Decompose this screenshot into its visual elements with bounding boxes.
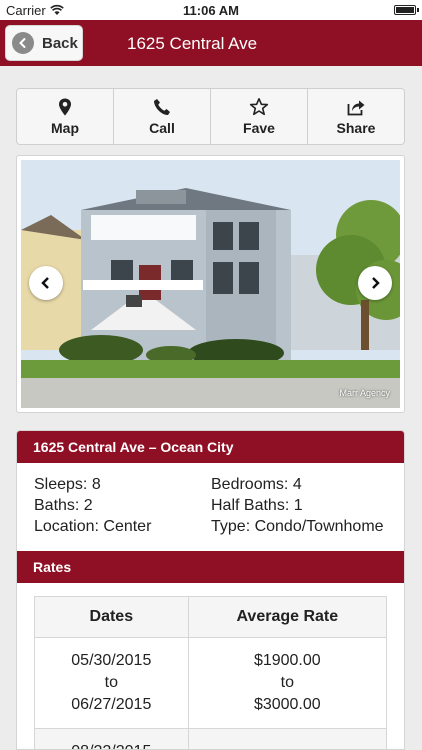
phone-icon — [154, 99, 170, 116]
star-icon — [249, 98, 269, 116]
bedrooms-value: Bedrooms: 4 — [211, 476, 302, 493]
call-button[interactable]: Call — [114, 89, 211, 144]
back-button[interactable]: Back — [5, 25, 83, 61]
average-rate-column-header: Average Rate — [187, 596, 388, 638]
date-separator: to — [104, 674, 118, 691]
next-photo-button[interactable] — [358, 266, 392, 300]
map-button[interactable]: Map — [17, 89, 114, 144]
table-row: 05/30/2015 to 06/27/2015 $1900.00 to $30… — [34, 637, 388, 729]
chevron-left-icon — [41, 277, 49, 289]
baths-value: Baths: 2 — [34, 497, 93, 514]
fave-label: Fave — [243, 120, 275, 136]
photo-watermark: Marr Agency — [339, 388, 390, 398]
map-pin-icon — [59, 98, 71, 116]
property-facts: Sleeps: 8 Bedrooms: 4 Baths: 2 Half Bath… — [17, 463, 404, 547]
previous-photo-button[interactable] — [29, 266, 63, 300]
photo-carousel: Marr Agency — [16, 155, 405, 413]
rate-separator: to — [280, 674, 294, 691]
rate-cell — [187, 728, 388, 749]
action-bar: Map Call Fave Share — [16, 88, 405, 145]
end-date: 06/27/2015 — [71, 696, 152, 713]
dates-column-header: Dates — [34, 596, 189, 638]
start-date: 08/22/2015 — [35, 741, 188, 749]
property-photo — [21, 160, 400, 408]
rate-low: $1900.00 — [253, 652, 321, 669]
dates-cell: 05/30/2015 to 06/27/2015 — [34, 637, 189, 729]
dates-cell: 08/22/2015 — [34, 728, 189, 749]
rates-table: Dates Average Rate 05/30/2015 to 06/27/2… — [34, 596, 388, 749]
rates-header: Rates — [17, 551, 404, 583]
map-label: Map — [51, 120, 79, 136]
page-title: 1625 Central Ave — [127, 34, 258, 53]
property-details-card: 1625 Central Ave – Ocean City Sleeps: 8 … — [16, 430, 405, 750]
details-header: 1625 Central Ave – Ocean City — [17, 431, 404, 463]
location-value: Location: Center — [34, 518, 152, 535]
rate-cell: $1900.00 to $3000.00 — [187, 637, 388, 729]
type-value: Type: Condo/Townhome — [211, 518, 384, 535]
share-icon — [347, 100, 365, 116]
sleeps-value: Sleeps: 8 — [34, 476, 101, 493]
share-button[interactable]: Share — [308, 89, 404, 144]
navigation-bar: Back 1625 Central Ave — [0, 20, 422, 66]
fave-button[interactable]: Fave — [211, 89, 308, 144]
rate-high: $3000.00 — [253, 696, 321, 713]
clock: 11:06 AM — [183, 3, 239, 18]
rates-table-header-row: Dates Average Rate — [34, 596, 388, 638]
back-label: Back — [42, 34, 78, 52]
half-baths-value: Half Baths: 1 — [211, 497, 303, 514]
chevron-right-icon — [372, 277, 380, 289]
start-date: 05/30/2015 — [71, 652, 152, 669]
back-arrow-icon — [12, 32, 34, 54]
share-label: Share — [336, 120, 376, 136]
status-bar: Carrier 11:06 AM — [0, 0, 422, 20]
battery-icon — [394, 5, 419, 15]
table-row: 08/22/2015 — [34, 728, 388, 749]
call-label: Call — [149, 120, 175, 136]
